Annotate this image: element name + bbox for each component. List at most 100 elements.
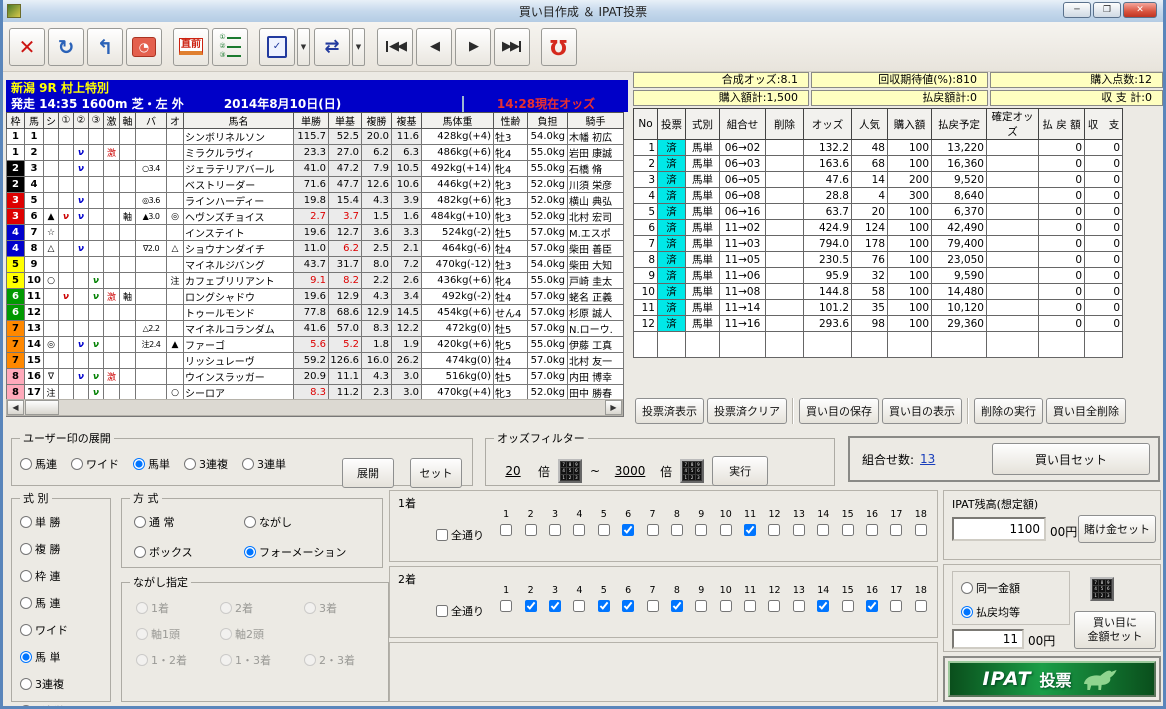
horse-row-4[interactable]: 2 4 ベストリーダー 71.6 47.7 12.6 10.6 446kg(+2) 牝3 52.0… <box>6 176 624 193</box>
second-place-checkbox-3[interactable] <box>548 600 561 612</box>
first-place-checkbox-7[interactable] <box>646 524 659 536</box>
set-amount-to-bets-button[interactable]: 買い目に 金額セット <box>1074 611 1156 649</box>
numpad-icon-max[interactable]: 789456123 <box>680 459 705 483</box>
bet-row-12[interactable]: 12 済馬単 11→16 293.6 98 100 29,360 0 0 <box>633 315 1123 332</box>
back-button[interactable]: ↰ <box>87 27 123 66</box>
second-place-checkbox-14[interactable] <box>817 600 830 612</box>
ipat-vote-button[interactable]: IPAT 投票 <box>943 656 1161 702</box>
horse-row-1[interactable]: 1 1 シンボリネルソン 115.7 52.5 20.0 11.6 428kg(+4) 牡3 54… <box>6 128 624 145</box>
combination-count[interactable]: 13 <box>920 452 935 466</box>
first-place-checkbox-17[interactable] <box>890 524 903 536</box>
horse-row-12[interactable]: 6 12 トゥールモンド 77.8 68.6 12.9 14.5 454kg(+6) せん4 57… <box>6 304 624 321</box>
scroll-left-arrow[interactable]: ◀ <box>7 400 24 415</box>
radio-shikibetsu-3[interactable]: 馬 連 <box>20 595 110 611</box>
radio-shikibetsu-7[interactable]: 3連単 <box>20 703 110 706</box>
bet-row-6[interactable]: 6 済馬単 11→02 424.9 124 100 42,490 0 0 <box>633 219 1123 236</box>
first-place-checkbox-15[interactable] <box>841 524 854 536</box>
second-place-checkbox-15[interactable] <box>841 600 854 612</box>
prev-race-button[interactable]: ◀ <box>416 27 452 66</box>
minimize-button[interactable]: ─ <box>1063 2 1091 18</box>
first-place-checkbox-10[interactable] <box>719 524 732 536</box>
show-bets-button[interactable]: 買い目の表示 <box>882 398 962 424</box>
bet-row-7[interactable]: 7 済馬単 11→03 794.0 178 100 79,400 0 0 <box>633 235 1123 252</box>
mark-list-button[interactable]: ① ② ③ <box>212 27 248 66</box>
radio-input-shikibetsu-5[interactable] <box>20 651 32 663</box>
numpad-icon-amount[interactable]: 789456123 <box>1090 577 1114 601</box>
first-place-checkbox-12[interactable] <box>768 524 781 536</box>
horse-row-10[interactable]: 5 10 ○ ν 注カフェブリリアント 9.1 8.2 2.2 2.6 436kg(+6) 牝4 55… <box>6 272 624 289</box>
execute-delete-button[interactable]: 削除の実行 <box>974 398 1043 424</box>
radio-input-shikibetsu-0[interactable] <box>20 516 32 528</box>
first-place-checkbox-14[interactable] <box>817 524 830 536</box>
last-race-button[interactable]: ▶ ▶ <box>494 27 530 66</box>
vote-list-button[interactable]: ✓ <box>259 27 295 66</box>
radio-input-shikibetsu-7[interactable] <box>20 705 32 706</box>
bet-row-3[interactable]: 3 済馬単 06→05 47.6 14 200 9,520 0 0 <box>633 171 1123 188</box>
first-place-checkbox-8[interactable] <box>670 524 683 536</box>
restore-button[interactable]: ❐ <box>1093 2 1121 18</box>
radio-input-usermark-2[interactable] <box>133 458 145 470</box>
scroll-thumb[interactable] <box>25 400 59 415</box>
second-place-checkbox-8[interactable] <box>670 600 683 612</box>
second-place-checkbox-2[interactable] <box>524 600 537 612</box>
first-place-checkbox-18[interactable] <box>914 524 927 536</box>
radio-usermark-0[interactable]: 馬連 <box>20 456 57 472</box>
sync-vote-button[interactable]: ⇄ <box>314 27 350 66</box>
bet-row-8[interactable]: 8 済馬単 11→05 230.5 76 100 23,050 0 0 <box>633 251 1123 268</box>
second-place-checkbox-13[interactable] <box>792 600 805 612</box>
first-place-checkbox-1[interactable] <box>500 524 513 536</box>
radio-houshiki-2[interactable]: ボックス <box>134 544 244 560</box>
radio-shikibetsu-5[interactable]: 馬 単 <box>20 649 110 665</box>
second-place-checkbox-16[interactable] <box>866 600 879 612</box>
bet-row-11[interactable]: 11 済馬単 11→14 101.2 35 100 10,120 0 0 <box>633 299 1123 316</box>
horizontal-scrollbar[interactable]: ◀ ▶ <box>6 399 623 416</box>
second-all-input[interactable] <box>436 605 448 617</box>
radio-input-usermark-3[interactable] <box>184 458 196 470</box>
expand-button[interactable]: 展開 <box>342 458 394 488</box>
bet-row-9[interactable]: 9 済馬単 11→06 95.9 32 100 9,590 0 0 <box>633 267 1123 284</box>
horse-row-8[interactable]: 4 8 △ ν ∇2.0 △ ショウナンダイチ 11.0 6.2 2.5 2.1 464kg(-6) 牡… <box>6 240 624 257</box>
horse-row-15[interactable]: 7 15 リッシュレーヴ 59.2 126.6 16.0 26.2 474kg(0) 牡4 57.… <box>6 352 624 369</box>
next-race-button[interactable]: ▶ <box>455 27 491 66</box>
radio-shikibetsu-0[interactable]: 単 勝 <box>20 514 110 530</box>
radio-usermark-3[interactable]: 3連複 <box>184 456 228 472</box>
horse-row-9[interactable]: 5 9 マイネルジバング 43.7 31.7 8.0 7.2 470kg(-12) 牡3 54.0… <box>6 256 624 273</box>
radio-shikibetsu-2[interactable]: 枠 連 <box>20 568 110 584</box>
second-place-checkbox-1[interactable] <box>500 600 513 612</box>
first-place-checkbox-3[interactable] <box>548 524 561 536</box>
radio-input-usermark-0[interactable] <box>20 458 32 470</box>
radio-input-amountmode-0[interactable] <box>961 582 973 594</box>
bet-set-button[interactable]: 買い目セット <box>992 443 1150 475</box>
horse-row-3[interactable]: 2 3 ν ○3.4 ジェラテリアバール 41.0 47.2 7.9 10.5 492kg(+14… <box>6 160 624 177</box>
radio-input-usermark-4[interactable] <box>242 458 254 470</box>
radio-input-amountmode-1[interactable] <box>961 606 973 618</box>
second-place-checkbox-6[interactable] <box>622 600 635 612</box>
delete-all-bets-button[interactable]: 買い目全削除 <box>1046 398 1126 424</box>
first-place-checkbox-13[interactable] <box>792 524 805 536</box>
ipat-balance-input[interactable]: 1100 <box>952 517 1046 541</box>
odds-report-button[interactable]: ◔ <box>126 27 162 66</box>
radio-input-shikibetsu-1[interactable] <box>20 543 32 555</box>
horse-row-16[interactable]: 8 16 ∇ ν ν 激 ウインスラッガー 20.9 11.1 4.3 3.0 516kg(0) 牡5 5… <box>6 368 624 385</box>
bet-money-set-button[interactable]: 賭け金セット <box>1078 515 1156 543</box>
bet-row-2[interactable]: 2 済馬単 06→03 163.6 68 100 16,360 0 0 <box>633 155 1123 172</box>
show-voted-button[interactable]: 投票済表示 <box>635 398 704 424</box>
second-place-checkbox-4[interactable] <box>573 600 586 612</box>
horse-row-11[interactable]: 6 11 ν ν 激軸ロングシャドウ 19.6 12.9 4.3 3.4 492kg(-2) 牡4 5… <box>6 288 624 305</box>
second-place-checkbox-18[interactable] <box>914 600 927 612</box>
horse-row-7[interactable]: 4 7 ☆ インステイト 19.6 12.7 3.6 3.3 524kg(-2) 牡5 57.0kg… <box>6 224 624 241</box>
filter-min-input[interactable]: 20 <box>496 464 530 478</box>
horse-row-6[interactable]: 3 6 ▲ ν ν 軸 ▲3.0 ◎ ヘヴンズチョイス 2.7 3.7 1.5 1.6 484kg(+10… <box>6 208 624 225</box>
radio-amountmode-0[interactable]: 同一金額 <box>961 580 1069 596</box>
sync-vote-dropdown[interactable]: ▼ <box>352 27 365 66</box>
radio-input-shikibetsu-2[interactable] <box>20 570 32 582</box>
second-all-checkbox[interactable]: 全通り <box>436 603 484 619</box>
radio-input-houshiki-2[interactable] <box>134 546 146 558</box>
radio-input-usermark-1[interactable] <box>71 458 83 470</box>
radio-houshiki-1[interactable]: ながし <box>244 514 382 530</box>
vote-list-dropdown[interactable]: ▼ <box>297 27 310 66</box>
close-race-button[interactable]: ✕ <box>9 27 45 66</box>
radio-input-houshiki-0[interactable] <box>134 516 146 528</box>
radio-input-shikibetsu-4[interactable] <box>20 624 32 636</box>
close-button[interactable]: ✕ <box>1123 2 1157 18</box>
